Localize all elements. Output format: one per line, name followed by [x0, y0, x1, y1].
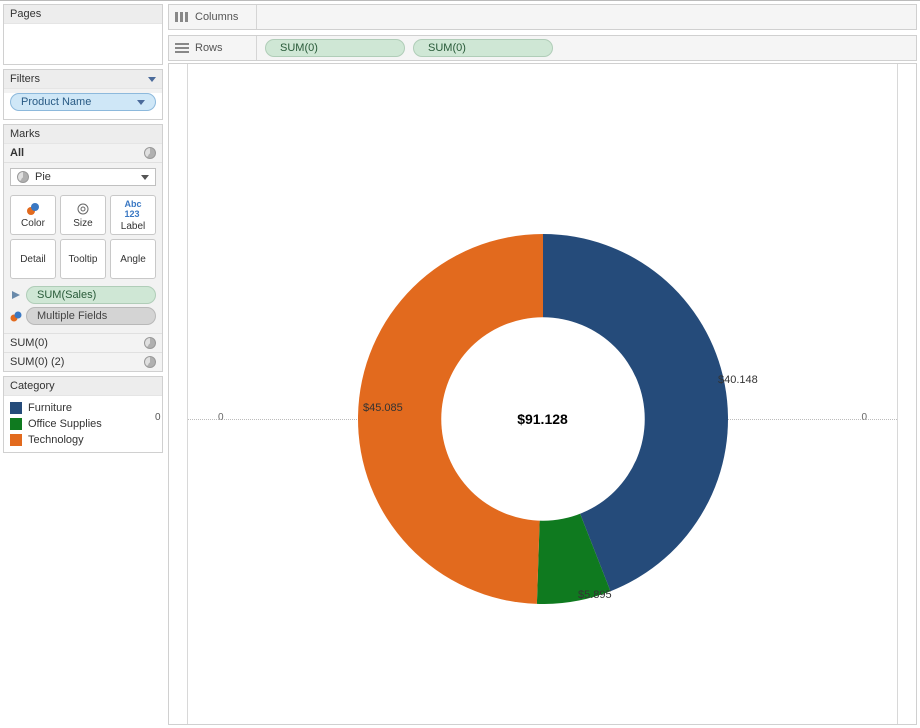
axis-zero-left: 0 — [155, 412, 161, 423]
segment-label-furniture: $40.148 — [718, 374, 758, 386]
sum0-label: SUM(0) — [10, 337, 48, 349]
filters-title: Filters — [10, 73, 40, 85]
pie-icon — [144, 356, 156, 368]
shelves: Columns Rows SUM(0) SUM(0) — [168, 4, 917, 66]
filters-panel: Filters Product Name — [3, 69, 163, 120]
columns-icon — [175, 12, 189, 22]
legend-label: Office Supplies — [28, 418, 102, 430]
size-icon — [76, 202, 90, 216]
viz-inner: 0 0 $91.128 $40.148 $5.895 $45.085 — [187, 64, 898, 724]
color-icon — [10, 310, 22, 322]
label-label: Label — [121, 221, 145, 232]
pill-sum-sales[interactable]: SUM(Sales) — [26, 286, 156, 304]
header-zero-left: 0 — [218, 412, 224, 423]
pages-panel: Pages — [3, 4, 163, 65]
legend-label: Furniture — [28, 402, 72, 414]
marktype-label: Pie — [35, 171, 51, 183]
filters-body[interactable]: Product Name — [4, 93, 162, 119]
rows-pill-sum0-1[interactable]: SUM(0) — [265, 39, 405, 57]
sum0-row[interactable]: SUM(0) — [4, 333, 162, 352]
rows-shelf-label: Rows — [169, 36, 257, 60]
rows-icon — [175, 43, 189, 53]
donut-center-total: $91.128 — [517, 411, 568, 427]
filters-header: Filters — [4, 70, 162, 89]
angle-button[interactable]: Angle — [110, 239, 156, 279]
pill-multiple-fields[interactable]: Multiple Fields — [26, 307, 156, 325]
legend-item-technology[interactable]: Technology — [10, 432, 156, 448]
color-button[interactable]: Color — [10, 195, 56, 235]
size-button[interactable]: Size — [60, 195, 106, 235]
detail-button[interactable]: Detail — [10, 239, 56, 279]
legend-item-furniture[interactable]: Furniture — [10, 400, 156, 416]
legend-item-office-supplies[interactable]: Office Supplies — [10, 416, 156, 432]
category-legend-panel: Category Furniture Office Supplies Techn… — [3, 376, 163, 453]
size-label: Size — [73, 218, 92, 229]
dropdown-icon[interactable] — [148, 77, 156, 82]
marks-all[interactable]: All — [4, 144, 162, 163]
legend-label: Technology — [28, 434, 84, 446]
sum0-2-row[interactable]: SUM(0) (2) — [4, 352, 162, 371]
viz-area: 0 0 0 0 $91.128 $40.148 $5.895 $45.085 — [168, 63, 917, 725]
legend-body: Furniture Office Supplies Technology — [4, 396, 162, 452]
marks-all-label: All — [10, 147, 24, 159]
marks-panel: Marks All Pie Color Size Abc123 Label — [3, 124, 163, 372]
dropdown-icon[interactable] — [137, 100, 145, 105]
marks-buttons: Color Size Abc123 Label Detail Tooltip A… — [4, 191, 162, 283]
pie-icon — [144, 147, 156, 159]
marktype-select[interactable]: Pie — [10, 168, 156, 186]
chevron-down-icon — [141, 175, 149, 180]
swatch-icon — [10, 418, 22, 430]
detail-label: Detail — [20, 254, 46, 265]
color-label: Color — [21, 218, 45, 229]
angle-label: Angle — [120, 254, 146, 265]
label-button[interactable]: Abc123 Label — [110, 195, 156, 235]
filter-pill-product-name[interactable]: Product Name — [10, 93, 156, 111]
mark-pill-multiple-row: Multiple Fields — [10, 307, 156, 330]
header-zero-right: 0 — [861, 412, 867, 423]
marks-header: Marks — [4, 125, 162, 144]
pie-icon — [17, 171, 29, 183]
sidebar: Pages Filters Product Name Marks All Pie — [3, 4, 163, 724]
swatch-icon — [10, 434, 22, 446]
category-header: Category — [4, 377, 162, 396]
play-icon — [10, 289, 22, 301]
filter-pill-label: Product Name — [21, 96, 91, 108]
columns-shelf[interactable]: Columns — [168, 4, 917, 30]
rows-pill-sum0-2[interactable]: SUM(0) — [413, 39, 553, 57]
pages-header: Pages — [4, 5, 162, 24]
mark-pill-sum-sales-row: SUM(Sales) — [10, 286, 156, 304]
columns-shelf-label: Columns — [169, 5, 257, 29]
swatch-icon — [10, 402, 22, 414]
rows-text: Rows — [195, 42, 223, 54]
pages-body[interactable] — [4, 24, 162, 64]
columns-text: Columns — [195, 11, 238, 23]
segment-label-technology: $45.085 — [363, 402, 403, 414]
rows-shelf[interactable]: Rows SUM(0) SUM(0) — [168, 35, 917, 61]
sum0-2-label: SUM(0) (2) — [10, 356, 64, 368]
tooltip-label: Tooltip — [69, 254, 98, 265]
label-icon: Abc123 — [124, 199, 141, 219]
pie-icon — [144, 337, 156, 349]
tooltip-button[interactable]: Tooltip — [60, 239, 106, 279]
color-icon — [26, 202, 40, 216]
segment-label-office-supplies: $5.895 — [578, 589, 612, 601]
